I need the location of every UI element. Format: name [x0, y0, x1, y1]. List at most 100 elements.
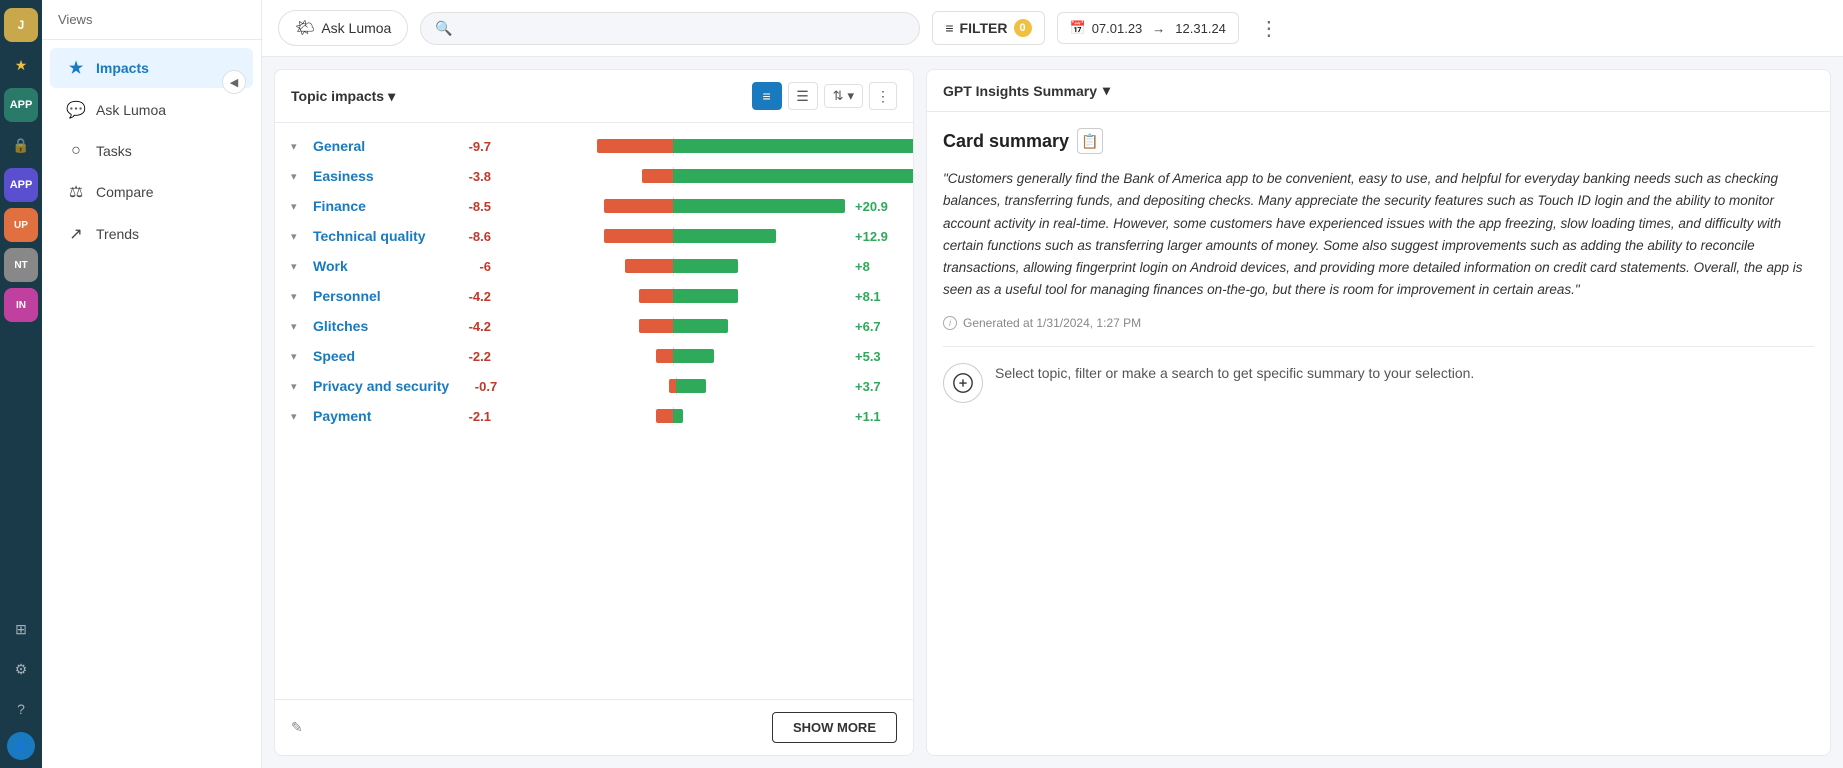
- topic-bar: [501, 289, 845, 303]
- bar-positive: [673, 319, 728, 333]
- topic-chevron-icon[interactable]: ▾: [291, 200, 303, 213]
- collapse-nav-button[interactable]: ◀: [222, 70, 246, 94]
- sidebar-item-label-trends: Trends: [96, 226, 139, 242]
- topic-name[interactable]: Work: [313, 258, 443, 274]
- topic-chevron-icon[interactable]: ▾: [291, 260, 303, 273]
- topic-chevron-icon[interactable]: ▾: [291, 170, 303, 183]
- more-options-button[interactable]: ⋮: [1251, 12, 1287, 45]
- topic-neg-value: -9.7: [453, 139, 491, 154]
- search-bar[interactable]: 🔍: [420, 12, 920, 45]
- topic-chevron-icon[interactable]: ▾: [291, 350, 303, 363]
- topic-pos-value: +5.3: [855, 349, 897, 364]
- help-icon[interactable]: ?: [4, 692, 38, 726]
- info-icon: i: [943, 316, 957, 330]
- topic-panel: Topic impacts ▾ ≡ ☰ ⇅ ▾ ⋮ ▾ General -9.7: [274, 69, 914, 756]
- bar-positive: [676, 379, 706, 393]
- date-range-picker[interactable]: 📅 07.01.23 → 12.31.24: [1057, 12, 1239, 44]
- topic-name[interactable]: Glitches: [313, 318, 443, 334]
- main-content: 🌤 Ask Lumoa 🔍 ≡ FILTER 0 📅 07.01.23 → 12…: [262, 0, 1843, 768]
- insights-body: Card summary 📋 "Customers generally find…: [927, 112, 1830, 755]
- bar-negative: [604, 199, 673, 213]
- more-options-panel-button[interactable]: ⋮: [869, 82, 897, 110]
- sun-icon: 🌤: [295, 18, 315, 38]
- sidebar-item-ask-lumoa[interactable]: 💬 Ask Lumoa: [50, 90, 253, 130]
- settings-icon[interactable]: ⚙: [4, 652, 38, 686]
- topic-row: ▾ Technical quality -8.6 +12.9: [275, 221, 913, 251]
- app-icon-1[interactable]: APP: [4, 88, 38, 122]
- topic-chevron-icon[interactable]: ▾: [291, 320, 303, 333]
- topic-bar: [501, 349, 845, 363]
- topic-chevron-icon[interactable]: ▾: [291, 140, 303, 153]
- topic-name[interactable]: Technical quality: [313, 228, 443, 244]
- topic-panel-header: Topic impacts ▾ ≡ ☰ ⇅ ▾ ⋮: [275, 70, 913, 123]
- topic-neg-value: -4.2: [453, 289, 491, 304]
- topic-name[interactable]: Finance: [313, 198, 443, 214]
- ask-lumoa-button[interactable]: 🌤 Ask Lumoa: [278, 10, 408, 46]
- bar-positive: [673, 409, 683, 423]
- sidebar-item-tasks[interactable]: ○ Tasks: [50, 132, 253, 170]
- bar-negative: [656, 349, 673, 363]
- card-summary-label: Card summary: [943, 131, 1069, 152]
- app-logo-icon: J: [4, 8, 38, 42]
- sort-button[interactable]: ⇅ ▾: [824, 84, 863, 108]
- show-more-button[interactable]: SHOW MORE: [772, 712, 897, 743]
- app-icon-2[interactable]: APP: [4, 168, 38, 202]
- topic-bar: [501, 319, 845, 333]
- star-icon[interactable]: ★: [4, 48, 38, 82]
- user-icon[interactable]: 👤: [7, 732, 35, 760]
- topic-impacts-label: Topic impacts: [291, 88, 384, 104]
- bar-negative: [604, 229, 673, 243]
- topic-chevron-icon[interactable]: ▾: [291, 230, 303, 243]
- topic-neg-value: -8.6: [453, 229, 491, 244]
- filter-label: FILTER: [960, 20, 1008, 36]
- edit-icon[interactable]: ✎: [291, 719, 303, 736]
- panel-toolbar: ≡ ☰ ⇅ ▾ ⋮: [752, 82, 897, 110]
- topic-pos-value: +8: [855, 259, 897, 274]
- view-list-button[interactable]: ☰: [788, 82, 818, 110]
- topic-name[interactable]: General: [313, 138, 443, 154]
- dropdown-icon: ▾: [388, 88, 395, 105]
- lock-icon[interactable]: 🔒: [4, 128, 38, 162]
- topic-name[interactable]: Speed: [313, 348, 443, 364]
- bar-negative: [639, 319, 673, 333]
- nt-icon[interactable]: NT: [4, 248, 38, 282]
- clipboard-button[interactable]: 📋: [1077, 128, 1103, 154]
- topic-neg-value: -3.8: [453, 169, 491, 184]
- grid-icon[interactable]: ⊞: [4, 612, 38, 646]
- topic-name[interactable]: Easiness: [313, 168, 443, 184]
- topic-bar: [501, 229, 845, 243]
- topic-row: ▾ Payment -2.1 +1.1: [275, 401, 913, 431]
- topic-bar: [501, 199, 845, 213]
- view-bar-button[interactable]: ≡: [752, 82, 782, 110]
- topic-neg-value: -8.5: [453, 199, 491, 214]
- bar-negative: [639, 289, 673, 303]
- topic-chevron-icon[interactable]: ▾: [291, 410, 303, 423]
- topic-name[interactable]: Privacy and security: [313, 378, 449, 394]
- topic-pos-value: +6.7: [855, 319, 897, 334]
- filter-icon: ≡: [945, 20, 953, 36]
- generated-at-label: Generated at 1/31/2024, 1:27 PM: [963, 316, 1141, 330]
- topic-row: ▾ General -9.7 +35.6: [275, 131, 913, 161]
- filter-button[interactable]: ≡ FILTER 0: [932, 11, 1044, 45]
- sidebar-item-label-tasks: Tasks: [96, 143, 132, 159]
- top-bar: 🌤 Ask Lumoa 🔍 ≡ FILTER 0 📅 07.01.23 → 12…: [262, 0, 1843, 57]
- up-icon[interactable]: UP: [4, 208, 38, 242]
- topic-name[interactable]: Personnel: [313, 288, 443, 304]
- bar-positive: [673, 289, 738, 303]
- gpt-suggest-text: Select topic, filter or make a search to…: [995, 363, 1474, 384]
- sidebar-item-trends[interactable]: ↗ Trends: [50, 214, 253, 254]
- gpt-suggest: Select topic, filter or make a search to…: [943, 363, 1814, 403]
- date-start: 07.01.23: [1092, 21, 1143, 36]
- search-icon: 🔍: [435, 20, 452, 37]
- topic-impacts-dropdown[interactable]: Topic impacts ▾: [291, 88, 395, 105]
- topic-row: ▾ Easiness -3.8 +39.1: [275, 161, 913, 191]
- topic-neg-value: -0.7: [459, 379, 497, 394]
- topic-chevron-icon[interactable]: ▾: [291, 290, 303, 303]
- card-summary-title: Card summary 📋: [943, 128, 1814, 154]
- panel-footer: ✎ SHOW MORE: [275, 699, 913, 755]
- in-icon[interactable]: IN: [4, 288, 38, 322]
- topic-name[interactable]: Payment: [313, 408, 443, 424]
- sidebar-item-compare[interactable]: ⚖ Compare: [50, 172, 253, 212]
- topic-pos-value: +3.7: [855, 379, 897, 394]
- topic-chevron-icon[interactable]: ▾: [291, 380, 303, 393]
